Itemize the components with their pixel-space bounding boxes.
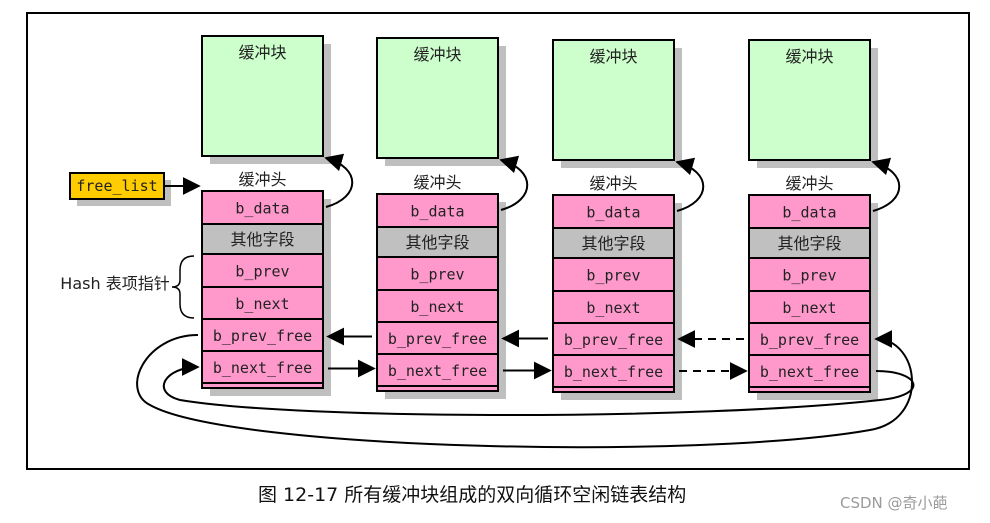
buffer-header-label: 缓冲头 — [785, 174, 833, 193]
header-bottom-strip — [748, 386, 871, 393]
header-field-label: 其他字段 — [405, 233, 469, 252]
header-field-label: b_data — [410, 203, 464, 221]
buffer-block-label: 缓冲块 — [413, 45, 461, 64]
header-bottom-strip — [552, 386, 675, 393]
header-field-label: 其他字段 — [777, 234, 841, 253]
header-field-label: b_next_free — [760, 363, 859, 381]
header-field-label: b_next — [586, 299, 640, 317]
header-field-label: b_prev — [782, 267, 836, 285]
header-bottom-strip — [376, 385, 499, 392]
hash-brace — [171, 255, 195, 319]
header-field-label: b_prev — [586, 267, 640, 285]
header-field-label: b_next — [235, 295, 289, 313]
header-field-label: b_next — [410, 298, 464, 316]
buffer-header-label: 缓冲头 — [238, 170, 286, 189]
header-field-label: 其他字段 — [230, 230, 294, 249]
buffer-block-label: 缓冲块 — [589, 47, 637, 66]
header-field-label: 其他字段 — [581, 234, 645, 253]
header-field-label: b_prev — [235, 263, 289, 281]
free-list-diagram: 缓冲块缓冲头b_data其他字段b_prevb_nextb_prev_freeb… — [60, 35, 915, 449]
header-field-label: b_prev_free — [213, 327, 312, 345]
header-field-label: b_data — [782, 204, 836, 222]
header-field-label: b_data — [586, 204, 640, 222]
header-field-label: b_next — [782, 299, 836, 317]
header-bottom-strip — [201, 382, 324, 389]
header-field-label: b_next_free — [564, 363, 663, 381]
header-field-label: b_prev_free — [760, 331, 859, 349]
buffer-block-label: 缓冲块 — [238, 43, 286, 62]
hash-label: Hash 表项指针 — [60, 274, 169, 293]
header-field-label: b_prev_free — [564, 331, 663, 349]
header-field-label: b_next_free — [213, 359, 312, 377]
watermark: CSDN @奇小葩 — [840, 494, 948, 512]
buffer-header-label: 缓冲头 — [589, 174, 637, 193]
buffer-header-label: 缓冲头 — [413, 173, 461, 192]
header-field-label: b_next_free — [388, 362, 487, 380]
header-field-label: b_prev_free — [388, 330, 487, 348]
header-field-label: b_data — [235, 200, 289, 218]
header-field-label: b_prev — [410, 266, 464, 284]
figure-caption: 图 12-17 所有缓冲块组成的双向循环空闲链表结构 — [258, 484, 687, 506]
free-list-label: free_list — [76, 177, 157, 195]
buffer-block-label: 缓冲块 — [785, 47, 833, 66]
